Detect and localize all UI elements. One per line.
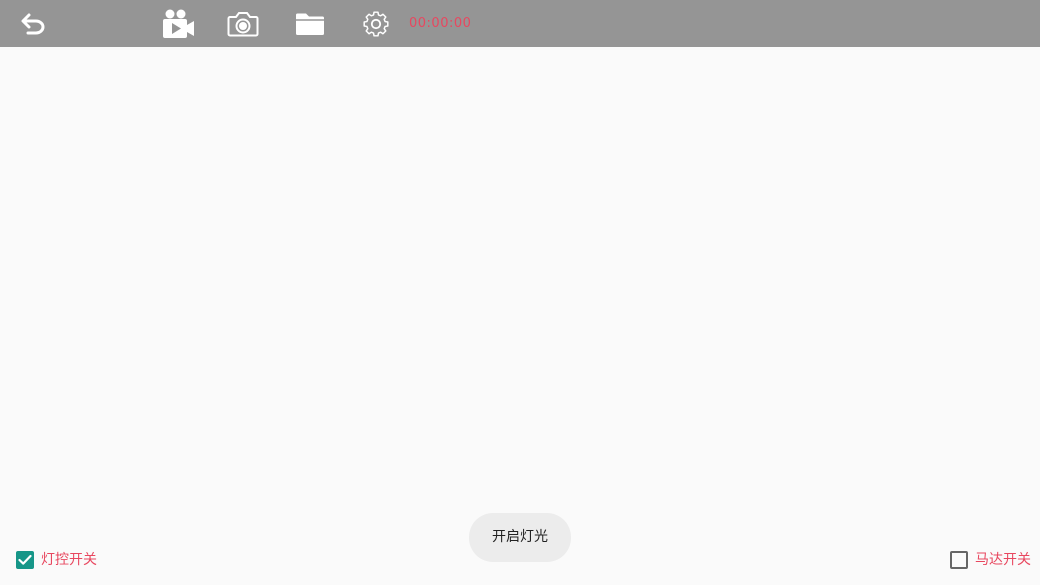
- camera-icon: [227, 11, 259, 36]
- take-photo-button[interactable]: [223, 0, 263, 47]
- gear-icon: [363, 10, 389, 37]
- top-toolbar: 00:00:00: [0, 0, 1040, 47]
- folder-icon: [296, 13, 324, 35]
- recording-timer: 00:00:00: [409, 16, 472, 31]
- motor-control-checkbox[interactable]: 马达开关: [950, 549, 1031, 571]
- back-arrow-icon: [21, 13, 45, 34]
- video-preview-area[interactable]: [0, 47, 1040, 585]
- record-video-button[interactable]: [156, 0, 200, 47]
- settings-button[interactable]: [356, 0, 396, 47]
- checkbox-unchecked[interactable]: [950, 551, 968, 569]
- back-button[interactable]: [14, 0, 54, 47]
- light-control-checkbox[interactable]: 灯控开关: [16, 549, 97, 571]
- light-control-label: 灯控开关: [41, 552, 97, 568]
- video-camera-icon: [163, 9, 194, 38]
- motor-control-label: 马达开关: [975, 552, 1031, 568]
- checkbox-checked[interactable]: [16, 551, 34, 569]
- open-folder-button[interactable]: [290, 0, 330, 47]
- toast-message: 开启灯光: [469, 513, 571, 562]
- checkmark-icon: [18, 554, 32, 565]
